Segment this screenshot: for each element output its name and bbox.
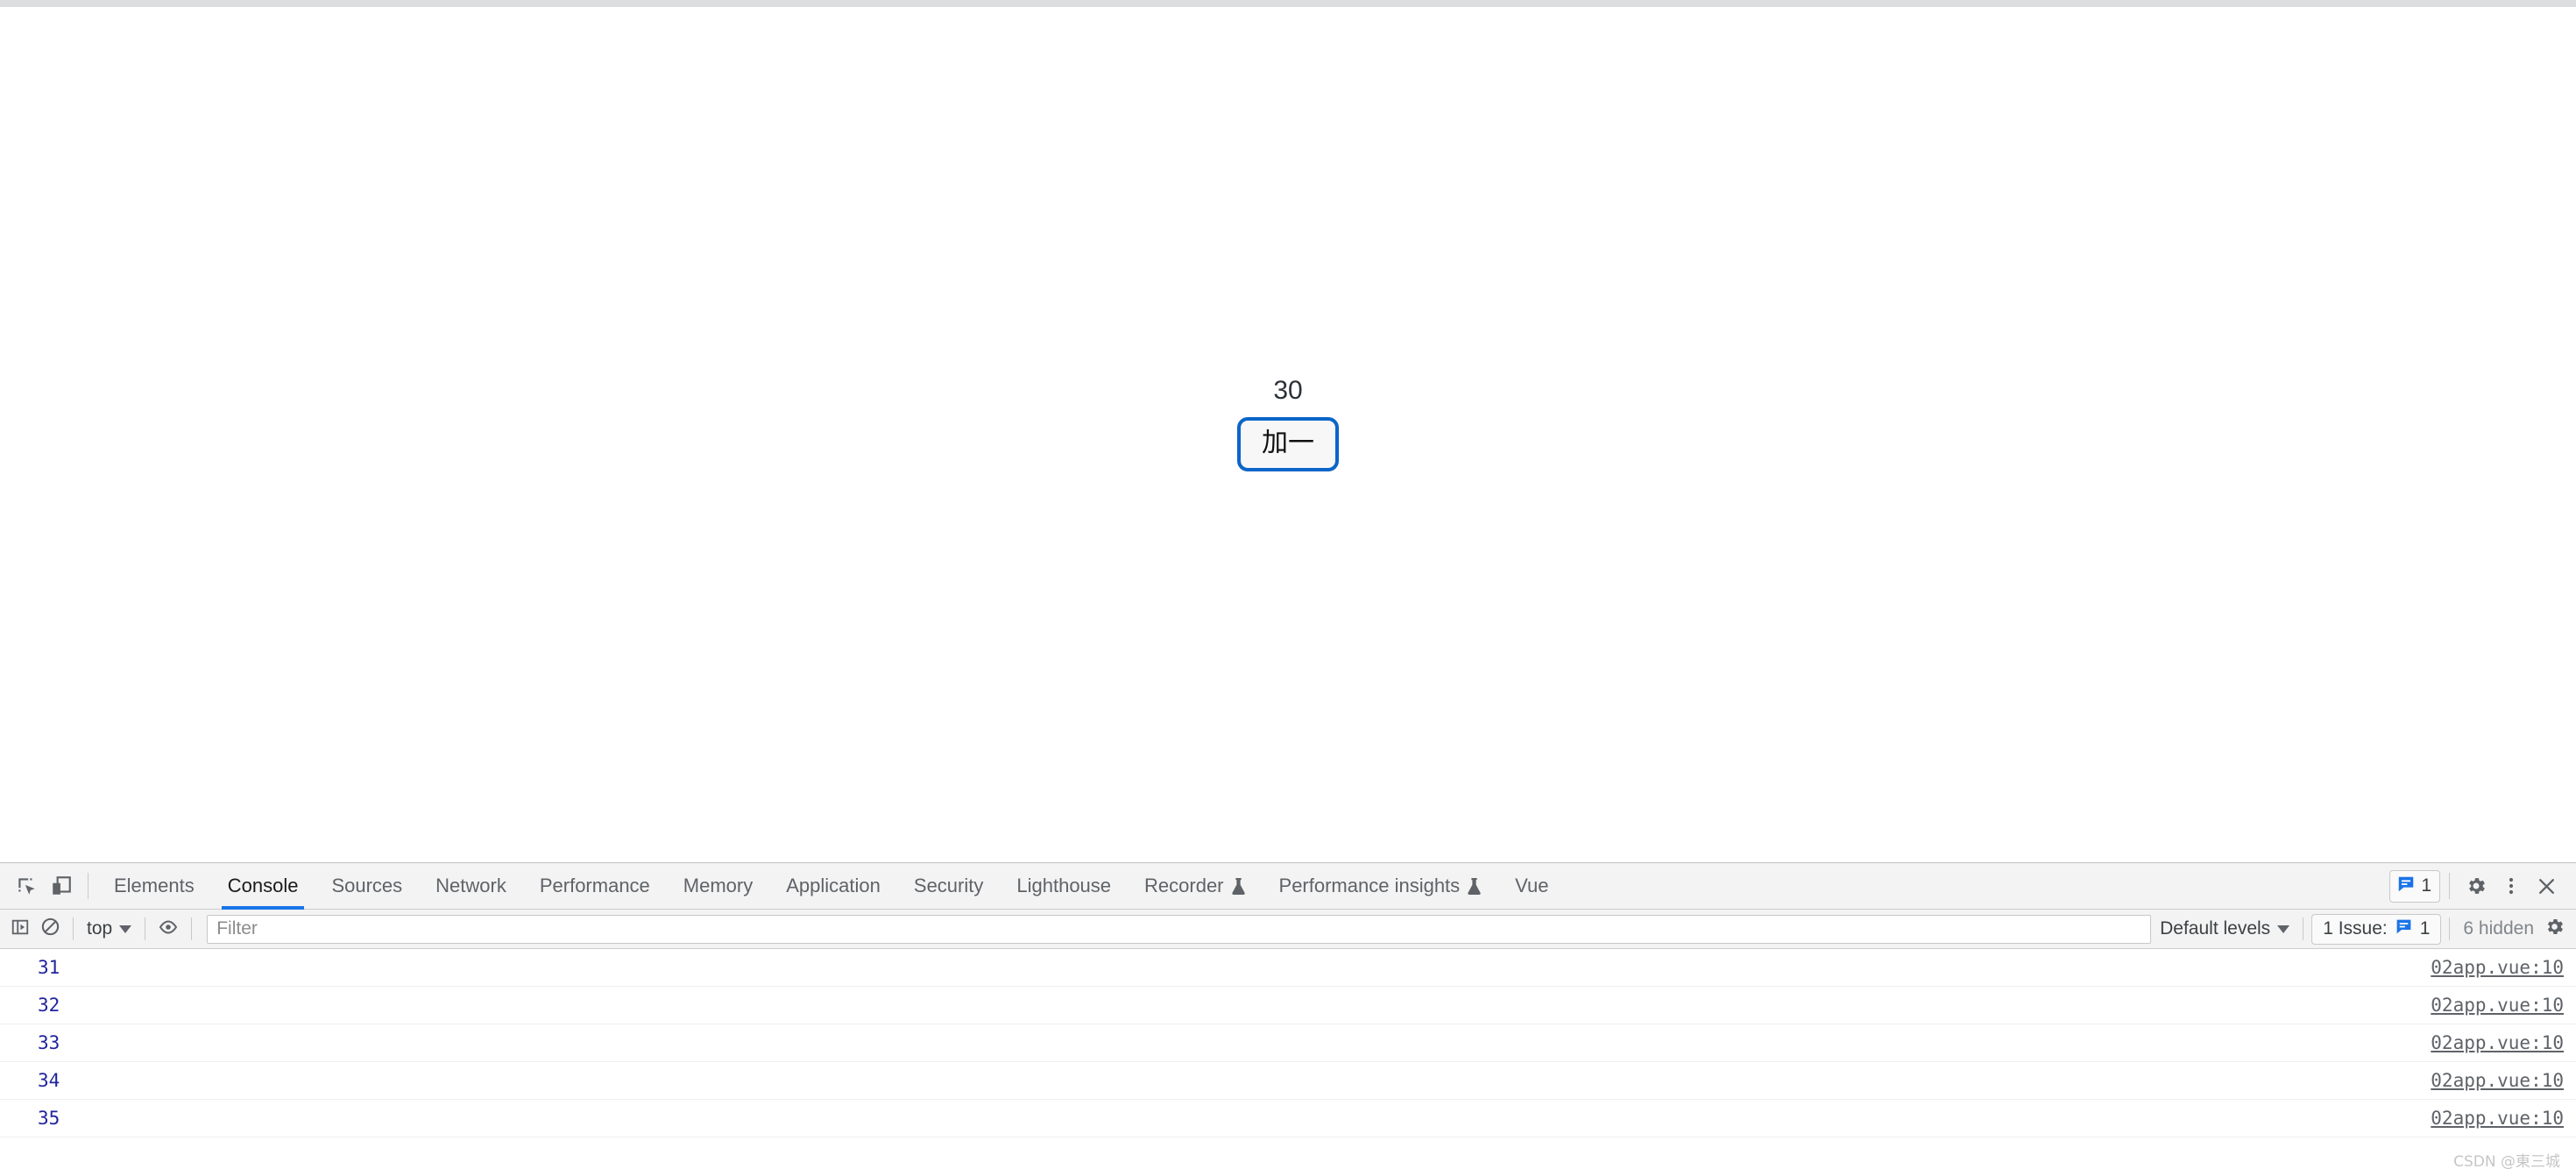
tab-security[interactable]: Security <box>897 863 1000 910</box>
console-message-text: 33 <box>38 1032 60 1053</box>
tab-memory[interactable]: Memory <box>667 863 769 910</box>
tab-label: Console <box>227 875 299 896</box>
tab-performance[interactable]: Performance <box>523 863 667 910</box>
console-context-label: top <box>87 918 113 939</box>
devtools-settings-button[interactable] <box>2459 868 2494 903</box>
console-toolbar-divider <box>2449 917 2451 940</box>
counter-value: 30 <box>1273 376 1303 405</box>
tab-label: Security <box>913 875 984 896</box>
console-toolbar-divider <box>2303 917 2304 940</box>
tab-sources[interactable]: Sources <box>315 863 419 910</box>
tab-elements[interactable]: Elements <box>97 863 211 910</box>
tab-network[interactable]: Network <box>419 863 523 910</box>
device-toolbar-icon <box>50 875 73 897</box>
console-sidebar-toggle-button[interactable] <box>5 914 35 944</box>
increment-button[interactable]: 加一 <box>1237 417 1339 471</box>
console-row[interactable]: 31 02app.vue:10 <box>0 949 2576 987</box>
tab-label: Recorder <box>1144 875 1224 896</box>
console-issues-label: 1 Issue: <box>2323 918 2388 939</box>
console-message-text: 32 <box>38 995 60 1016</box>
tab-label: Network <box>435 875 506 896</box>
tab-performance-insights[interactable]: Performance insights <box>1263 863 1499 910</box>
console-row[interactable]: 33 02app.vue:10 <box>0 1024 2576 1062</box>
devtools-tabbar-actions: 1 <box>2389 868 2567 903</box>
console-issues-chip[interactable]: 1 Issue: 1 <box>2311 913 2442 945</box>
tab-lighthouse[interactable]: Lighthouse <box>1000 863 1128 910</box>
chevron-down-icon <box>119 925 132 933</box>
chevron-down-icon <box>2277 925 2290 933</box>
tabbar-actions-divider <box>2449 873 2450 899</box>
console-context-selector[interactable]: top <box>81 918 137 939</box>
tab-application[interactable]: Application <box>769 863 897 910</box>
issue-bubble-icon <box>2396 875 2416 898</box>
close-icon <box>2536 875 2558 897</box>
console-message-text: 31 <box>38 957 60 978</box>
live-expression-button[interactable] <box>153 914 183 944</box>
console-source-link[interactable]: 02app.vue:10 <box>2431 1070 2564 1091</box>
console-source-link[interactable]: 02app.vue:10 <box>2431 995 2564 1016</box>
console-toolbar-divider <box>191 917 193 940</box>
devtools-panel: Elements Console Sources Network Perform… <box>0 862 2576 1176</box>
console-filter-input[interactable] <box>207 914 2152 944</box>
clear-console-button[interactable] <box>35 914 65 944</box>
tab-recorder[interactable]: Recorder <box>1128 863 1262 910</box>
console-message-text: 35 <box>38 1108 60 1129</box>
kebab-menu-icon <box>2501 875 2522 896</box>
console-source-link[interactable]: 02app.vue:10 <box>2431 1108 2564 1129</box>
tab-label: Lighthouse <box>1016 875 1112 896</box>
experimental-flask-icon <box>1231 877 1246 896</box>
tabbar-issues-badge[interactable]: 1 <box>2389 869 2440 903</box>
console-row[interactable]: 32 02app.vue:10 <box>0 987 2576 1024</box>
page-viewport: 30 加一 <box>0 8 2576 862</box>
devtools-tab-list: Elements Console Sources Network Perform… <box>97 863 2389 910</box>
tab-label: Performance insights <box>1278 875 1461 896</box>
tab-label: Vue <box>1515 875 1549 896</box>
console-source-link[interactable]: 02app.vue:10 <box>2431 1032 2564 1053</box>
inspect-element-icon <box>15 875 38 897</box>
console-log-level-selector[interactable]: Default levels <box>2155 918 2295 939</box>
devtools-close-button[interactable] <box>2529 868 2564 903</box>
tab-label: Elements <box>114 875 195 896</box>
log-level-label: Default levels <box>2160 918 2271 939</box>
clear-console-icon <box>40 917 60 941</box>
console-row[interactable]: 35 02app.vue:10 <box>0 1100 2576 1137</box>
console-sidebar-icon <box>11 917 30 941</box>
experimental-flask-icon <box>1467 877 1482 896</box>
tab-label: Application <box>786 875 881 896</box>
device-toolbar-button[interactable] <box>44 868 79 903</box>
tab-label: Sources <box>331 875 403 896</box>
console-toolbar: top Default levels 1 Issue: <box>0 910 2576 949</box>
console-toolbar-divider <box>73 917 74 940</box>
tabbar-issues-count: 1 <box>2421 875 2431 896</box>
tab-label: Memory <box>683 875 754 896</box>
browser-chrome-strip <box>0 0 2576 8</box>
issue-bubble-icon <box>2395 917 2413 941</box>
console-message-list[interactable]: 31 02app.vue:10 32 02app.vue:10 33 02app… <box>0 949 2576 1137</box>
devtools-more-options-button[interactable] <box>2494 868 2529 903</box>
tab-console[interactable]: Console <box>211 863 315 910</box>
console-settings-button[interactable] <box>2539 914 2569 944</box>
console-issues-count: 1 <box>2419 918 2431 939</box>
console-hidden-count: 6 hidden <box>2463 918 2534 939</box>
eye-icon <box>158 917 179 942</box>
tab-vue[interactable]: Vue <box>1498 863 1565 910</box>
gear-icon <box>2465 875 2488 897</box>
vue-app-root: 30 加一 <box>0 376 2576 471</box>
console-message-text: 34 <box>38 1070 60 1091</box>
devtools-tabbar: Elements Console Sources Network Perform… <box>0 863 2576 910</box>
console-row[interactable]: 34 02app.vue:10 <box>0 1062 2576 1100</box>
gear-icon <box>2544 916 2565 942</box>
inspect-element-button[interactable] <box>9 868 44 903</box>
tab-label: Performance <box>539 875 650 896</box>
watermark: CSDN @東三城 <box>2453 1153 2560 1171</box>
console-source-link[interactable]: 02app.vue:10 <box>2431 957 2564 978</box>
